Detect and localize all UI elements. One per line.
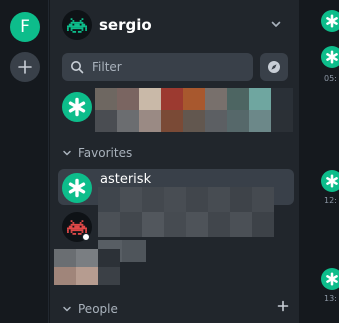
chevron-down-icon — [63, 306, 71, 312]
timeline: 05: 12: 13: — [300, 0, 339, 323]
room-list-panel: sergio Favorites — [50, 0, 299, 323]
sender-avatar[interactable] — [321, 170, 339, 192]
presence-indicator — [82, 233, 90, 241]
asterisk-icon — [68, 178, 86, 198]
room-name: asterisk — [100, 172, 152, 187]
blurred-dm-avatar[interactable] — [54, 249, 120, 285]
room-avatar[interactable] — [62, 92, 92, 122]
user-menu[interactable]: sergio — [50, 0, 299, 50]
message-timestamp: 12: — [324, 196, 337, 205]
room-avatar[interactable] — [62, 173, 92, 203]
asterisk-icon — [326, 272, 338, 286]
space-invader-icon — [67, 17, 87, 33]
space-rail: F — [0, 0, 49, 323]
sender-avatar[interactable] — [321, 46, 339, 68]
message-timestamp: 05: — [324, 74, 337, 83]
blurred-room-name[interactable] — [95, 88, 293, 132]
asterisk-icon — [326, 174, 338, 188]
filter-input[interactable] — [92, 58, 242, 76]
people-section-header[interactable]: People — [62, 302, 118, 316]
message-timestamp: 13: — [324, 294, 337, 303]
asterisk-icon — [68, 97, 86, 117]
chevron-down-icon — [63, 150, 71, 156]
search-icon — [71, 61, 84, 74]
asterisk-icon — [326, 14, 338, 28]
chevron-down-icon[interactable] — [270, 18, 282, 30]
user-avatar[interactable] — [62, 10, 92, 40]
blurred-message-preview — [98, 187, 274, 237]
asterisk-icon — [326, 50, 338, 64]
create-space-button[interactable] — [10, 52, 40, 82]
explore-rooms-button[interactable] — [260, 53, 288, 81]
plus-icon — [18, 60, 32, 74]
user-name: sergio — [99, 16, 152, 34]
favorites-label: Favorites — [78, 146, 133, 160]
compass-icon — [268, 61, 280, 73]
home-space-avatar[interactable]: F — [10, 12, 40, 42]
sender-avatar[interactable] — [321, 10, 339, 32]
people-label: People — [78, 302, 118, 316]
favorites-section-header[interactable]: Favorites — [62, 146, 132, 160]
plus-icon[interactable] — [277, 300, 289, 312]
room-filter[interactable] — [62, 53, 253, 81]
home-space-initial: F — [20, 17, 30, 37]
sender-avatar[interactable] — [321, 268, 339, 290]
